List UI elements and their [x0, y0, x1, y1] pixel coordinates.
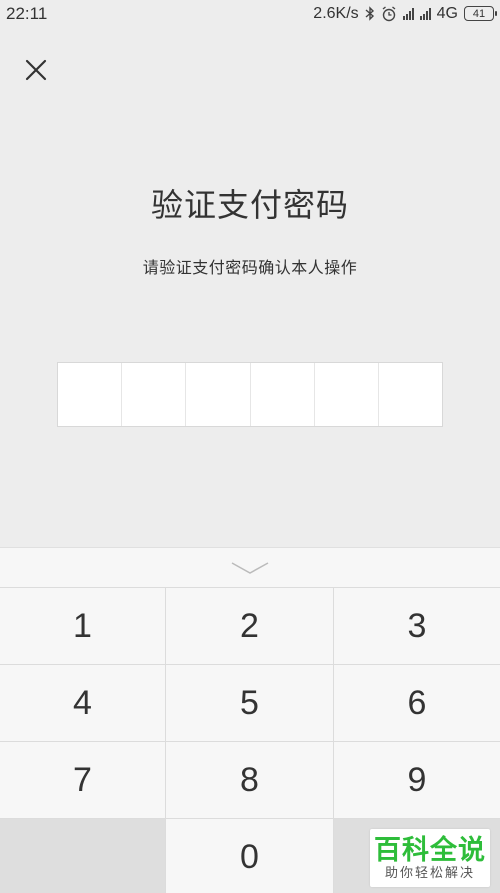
key-8[interactable]: 8	[166, 742, 334, 819]
key-1[interactable]: 1	[0, 588, 166, 665]
signal-icon	[402, 7, 414, 20]
pin-cell	[122, 363, 187, 426]
chevron-down-icon	[231, 562, 269, 574]
status-time: 22:11	[6, 3, 48, 23]
key-3[interactable]: 3	[334, 588, 500, 665]
key-blank	[0, 819, 166, 893]
hide-keyboard-button[interactable]	[0, 548, 500, 588]
watermark-subtitle: 助你轻松解决	[384, 865, 475, 880]
alarm-icon	[382, 5, 396, 21]
pin-cell	[379, 363, 442, 426]
pin-cell	[251, 363, 315, 426]
key-7[interactable]: 7	[0, 742, 166, 819]
watermark-title: 百科全说	[374, 835, 486, 865]
pin-cell	[58, 363, 123, 426]
battery-icon: 41	[464, 6, 497, 21]
signal-icon	[419, 7, 431, 20]
watermark-logo: 百科全说 助你轻松解决	[370, 829, 490, 887]
key-6[interactable]: 6	[334, 665, 500, 742]
network-type: 4G	[436, 4, 458, 22]
close-icon	[25, 59, 47, 81]
close-button[interactable]	[22, 56, 50, 84]
key-2[interactable]: 2	[166, 588, 334, 665]
pin-cell	[315, 363, 379, 426]
key-0[interactable]: 0	[166, 819, 334, 893]
pin-cell	[186, 363, 251, 426]
network-speed: 2.6K/s	[313, 4, 359, 22]
battery-level: 41	[472, 7, 486, 20]
key-5[interactable]: 5	[166, 665, 334, 742]
status-bar: 22:11 2.6K/s 4G 41	[0, 0, 500, 27]
status-icons: 2.6K/s 4G 41	[313, 4, 497, 23]
page-subtitle: 请验证支付密码确认本人操作	[142, 260, 358, 277]
key-9[interactable]: 9	[334, 742, 500, 819]
bluetooth-icon	[365, 6, 374, 21]
payment-password-screen: 22:11 2.6K/s 4G 41 验证支付密码 请验证支付密码确认本人操作 …	[0, 0, 500, 893]
key-4[interactable]: 4	[0, 665, 166, 742]
pin-input[interactable]	[57, 362, 443, 427]
page-title: 验证支付密码	[150, 187, 349, 223]
